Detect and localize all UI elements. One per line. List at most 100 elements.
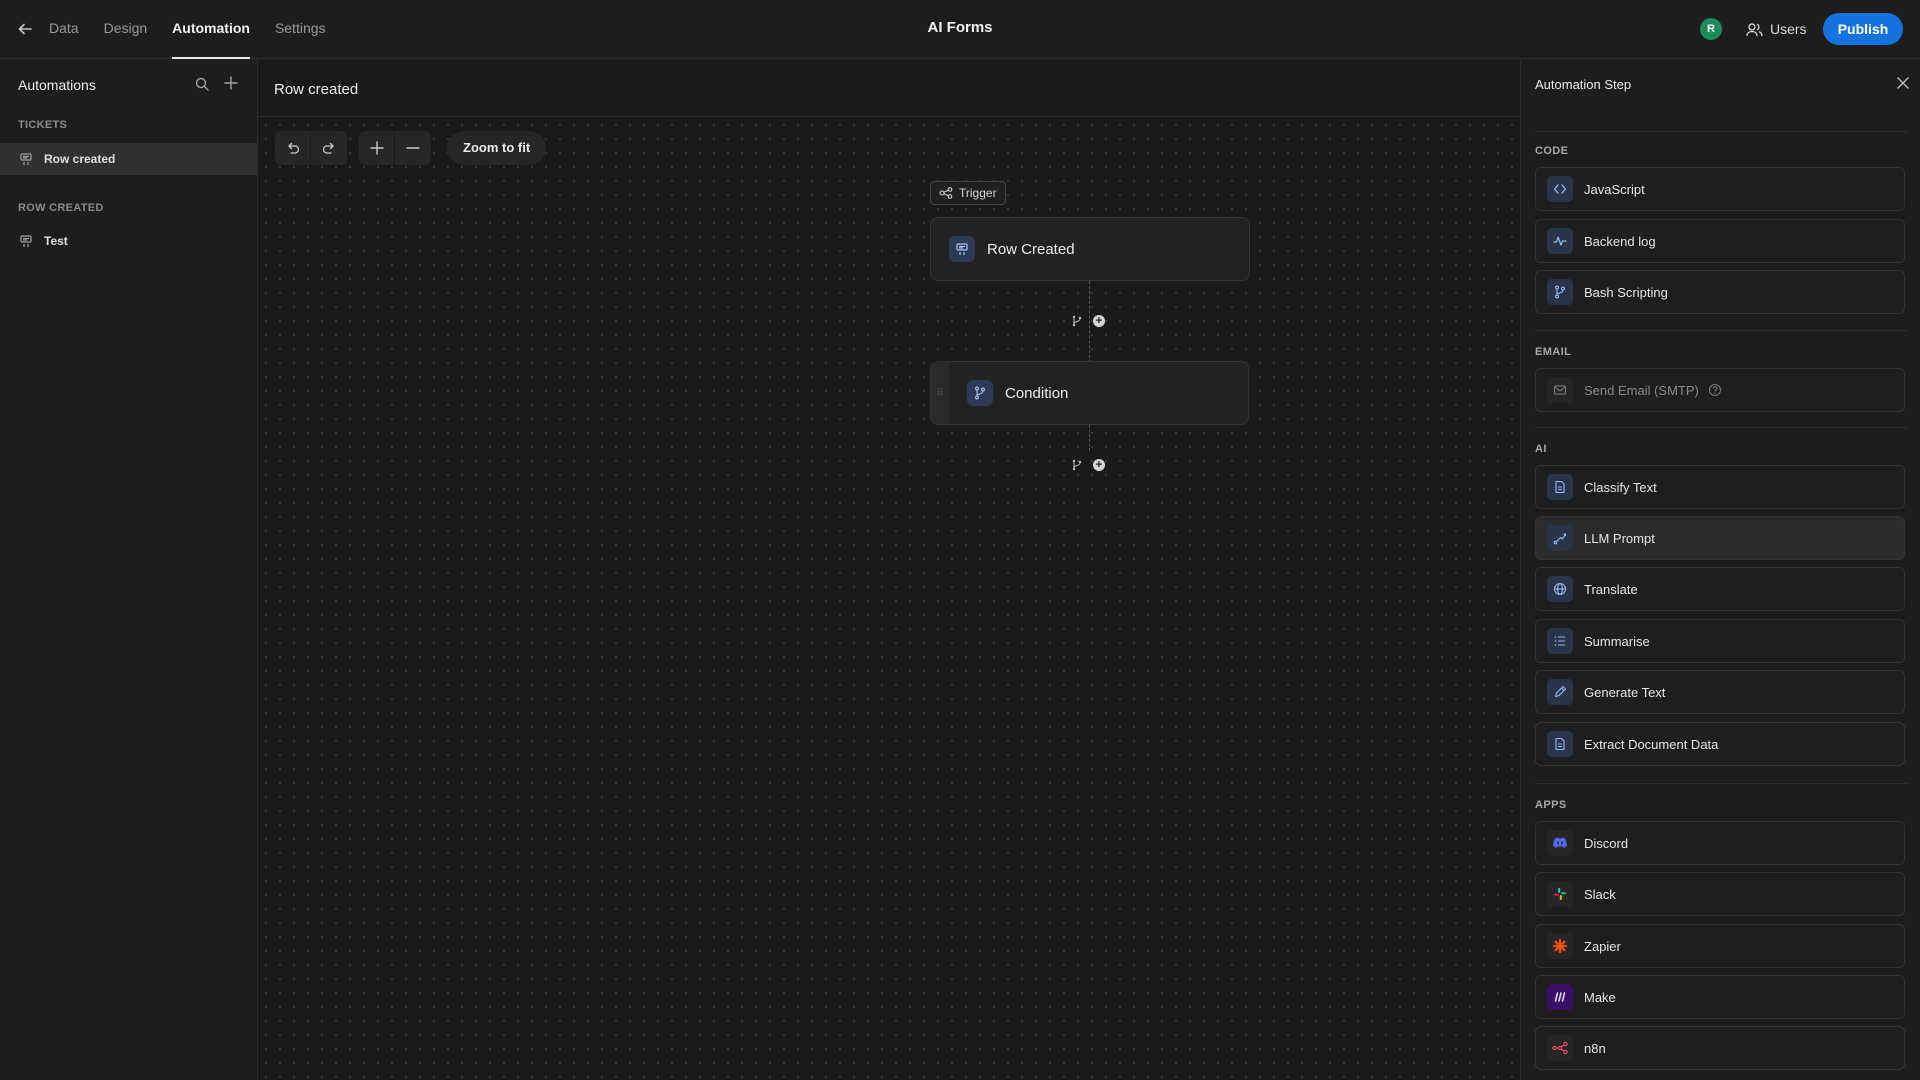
git-branch-icon — [1547, 279, 1573, 305]
step-option-send-email[interactable]: Send Email (SMTP) — [1535, 368, 1905, 412]
tab-design[interactable]: Design — [104, 0, 148, 59]
step-option-label: Classify Text — [1584, 479, 1657, 495]
step-node-label: Row Created — [987, 240, 1075, 258]
step-option-label: Translate — [1584, 581, 1638, 597]
step-option-extract-document-data[interactable]: Extract Document Data — [1535, 722, 1905, 766]
automations-sidebar: Automations TICKETS Row created ROW CREA… — [0, 59, 258, 1080]
list-icon — [1547, 628, 1573, 654]
divider — [1535, 330, 1907, 331]
sidebar-section-heading: ROW CREATED — [18, 202, 104, 214]
globe-icon — [1547, 576, 1573, 602]
step-option-label: Generate Text — [1584, 684, 1666, 700]
sidebar-section-heading: TICKETS — [18, 119, 68, 131]
back-arrow-icon[interactable] — [16, 20, 34, 38]
drag-handle-icon[interactable]: ⠿ — [931, 362, 949, 424]
top-bar: Data Design Automation Settings AI Forms… — [0, 0, 1920, 59]
add-step-icon[interactable]: + — [1093, 459, 1105, 471]
step-option-slack[interactable]: Slack — [1535, 872, 1905, 916]
step-option-summarise[interactable]: Summarise — [1535, 619, 1905, 663]
sidebar-item-test[interactable]: Test — [0, 225, 257, 257]
undo-icon[interactable] — [275, 131, 311, 165]
step-node-label: Condition — [1005, 384, 1069, 402]
sidebar-item-row-created[interactable]: Row created — [0, 143, 257, 175]
add-automation-icon[interactable] — [222, 74, 240, 92]
step-option-translate[interactable]: Translate — [1535, 567, 1905, 611]
history-controls — [275, 131, 347, 165]
step-option-label: JavaScript — [1584, 181, 1645, 197]
help-icon[interactable] — [1708, 383, 1722, 397]
step-option-label: Extract Document Data — [1584, 736, 1719, 752]
step-option-llm-prompt[interactable]: LLM Prompt — [1535, 516, 1905, 560]
branch-icon[interactable] — [1071, 459, 1083, 471]
step-option-bash-scripting[interactable]: Bash Scripting — [1535, 270, 1905, 314]
step-option-zapier[interactable]: Zapier — [1535, 924, 1905, 968]
table-row-icon — [19, 234, 33, 248]
users-icon — [1746, 22, 1763, 37]
section-heading-ai: AI — [1535, 443, 1547, 455]
zoom-to-fit-button[interactable]: Zoom to fit — [447, 131, 547, 165]
mail-icon — [1547, 377, 1573, 403]
slack-icon — [1547, 881, 1573, 907]
code-brackets-icon — [1547, 176, 1573, 202]
branch-icon[interactable] — [1071, 315, 1083, 327]
zoom-in-icon[interactable] — [359, 131, 395, 165]
step-option-label: Summarise — [1584, 633, 1650, 649]
tab-automation[interactable]: Automation — [172, 0, 250, 59]
step-node-condition[interactable]: ⠿ Condition — [930, 361, 1249, 425]
redo-icon[interactable] — [311, 131, 347, 165]
step-option-javascript[interactable]: JavaScript — [1535, 167, 1905, 211]
activity-icon — [1547, 228, 1573, 254]
step-option-backend-log[interactable]: Backend log — [1535, 219, 1905, 263]
tab-settings[interactable]: Settings — [275, 0, 326, 59]
users-button[interactable]: Users — [1746, 17, 1807, 41]
automation-canvas[interactable]: Zoom to fit Trigger Row Created + ⠿ Cond… — [259, 118, 1519, 1080]
document-icon — [1547, 731, 1573, 757]
step-option-discord[interactable]: Discord — [1535, 821, 1905, 865]
step-option-make[interactable]: Make — [1535, 975, 1905, 1019]
step-option-label: LLM Prompt — [1584, 530, 1655, 546]
sidebar-item-label: Row created — [44, 152, 116, 166]
step-option-label: Send Email (SMTP) — [1584, 382, 1699, 398]
table-row-icon — [19, 152, 33, 166]
share-nodes-icon — [939, 187, 953, 199]
pencil-icon — [1547, 679, 1573, 705]
document-icon — [1547, 474, 1573, 500]
add-step-control: + — [1065, 310, 1111, 332]
zoom-out-icon[interactable] — [395, 131, 431, 165]
section-heading-email: EMAIL — [1535, 346, 1572, 358]
sidebar-title: Automations — [18, 77, 96, 93]
step-option-generate-text[interactable]: Generate Text — [1535, 670, 1905, 714]
add-step-control: + — [1065, 454, 1111, 476]
discord-icon — [1547, 830, 1573, 856]
step-option-label: Slack — [1584, 886, 1616, 902]
step-option-n8n[interactable]: n8n — [1535, 1026, 1905, 1070]
tab-data[interactable]: Data — [49, 0, 79, 59]
divider — [1535, 427, 1907, 428]
branch-icon — [967, 380, 993, 406]
section-heading-code: CODE — [1535, 145, 1569, 157]
trigger-tag: Trigger — [930, 181, 1006, 205]
step-option-label: Zapier — [1584, 938, 1621, 954]
step-node-row-created[interactable]: Row Created — [930, 217, 1250, 281]
step-option-classify-text[interactable]: Classify Text — [1535, 465, 1905, 509]
main-nav: Data Design Automation Settings — [49, 0, 351, 59]
trigger-label: Trigger — [959, 186, 997, 200]
close-icon[interactable] — [1895, 75, 1911, 91]
search-icon[interactable] — [194, 76, 210, 92]
zapier-icon — [1547, 933, 1573, 959]
divider — [1535, 131, 1907, 132]
canvas-header: Row created — [259, 59, 1519, 117]
node-connector — [1089, 425, 1090, 451]
n8n-icon — [1547, 1035, 1573, 1061]
automation-title: Row created — [274, 81, 359, 98]
step-option-label: Backend log — [1584, 233, 1656, 249]
automation-step-panel: Automation Step CODE JavaScript Backend … — [1520, 59, 1920, 1080]
divider — [1535, 783, 1907, 784]
step-option-label: Bash Scripting — [1584, 284, 1668, 300]
avatar[interactable]: R — [1700, 18, 1722, 40]
make-icon — [1547, 984, 1573, 1010]
users-label: Users — [1770, 21, 1807, 37]
publish-button[interactable]: Publish — [1823, 13, 1903, 45]
add-step-icon[interactable]: + — [1093, 315, 1105, 327]
step-option-label: n8n — [1584, 1040, 1606, 1056]
